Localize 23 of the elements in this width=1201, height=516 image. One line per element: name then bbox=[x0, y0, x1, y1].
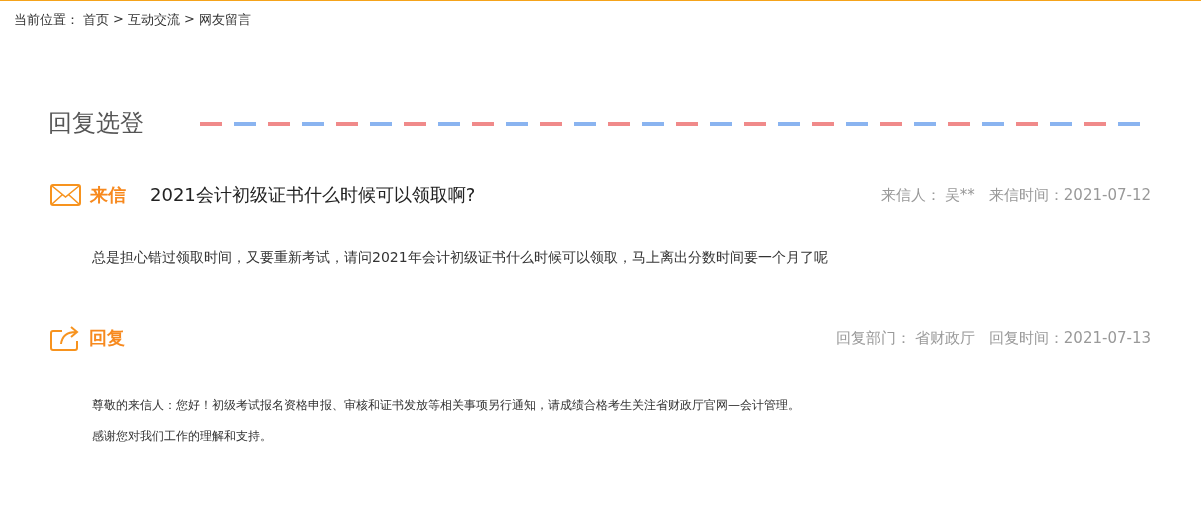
letter-title: 2021会计初级证书什么时候可以领取啊? bbox=[150, 183, 476, 207]
letter-body: 总是担心错过领取时间，又要重新考试，请问2021年会计初级证书什么时候可以领取，马上离出分数时间要一个月了呢 bbox=[92, 249, 829, 267]
sender-name: 吴** bbox=[944, 185, 975, 205]
share-icon bbox=[50, 325, 80, 351]
date-label: 回复时间： bbox=[988, 328, 1064, 348]
date-label: 来信时间： bbox=[988, 185, 1064, 205]
letter-label: 来信 bbox=[90, 183, 127, 207]
breadcrumb-link[interactable]: 网友留言 bbox=[198, 11, 251, 29]
sender-label: 来信人： bbox=[880, 185, 941, 205]
department-label: 回复部门： bbox=[835, 328, 911, 348]
reply-paragraph: 尊敬的来信人：您好！初级考试报名资格申报、审核和证书发放等相关事项另行通知，请成绩合格考生关注省财政厅官网—会计管理。 bbox=[92, 397, 801, 414]
reply-label: 回复 bbox=[89, 326, 126, 350]
breadcrumb-separator: > bbox=[113, 11, 124, 28]
envelope-icon bbox=[50, 184, 81, 206]
breadcrumb-separator: > bbox=[183, 11, 195, 28]
section-title: 回复选登 bbox=[48, 108, 145, 139]
letter-date: 2021-07-12 bbox=[1063, 185, 1151, 205]
breadcrumb-link[interactable]: 互动交流 bbox=[127, 11, 180, 29]
reply-date: 2021-07-13 bbox=[1063, 328, 1151, 348]
breadcrumb-link[interactable]: 首页 bbox=[83, 11, 109, 29]
reply-paragraph: 感谢您对我们工作的理解和支持。 bbox=[92, 428, 273, 445]
department-name: 省财政厅 bbox=[914, 328, 975, 348]
breadcrumb-label: 当前位置： bbox=[14, 11, 79, 29]
